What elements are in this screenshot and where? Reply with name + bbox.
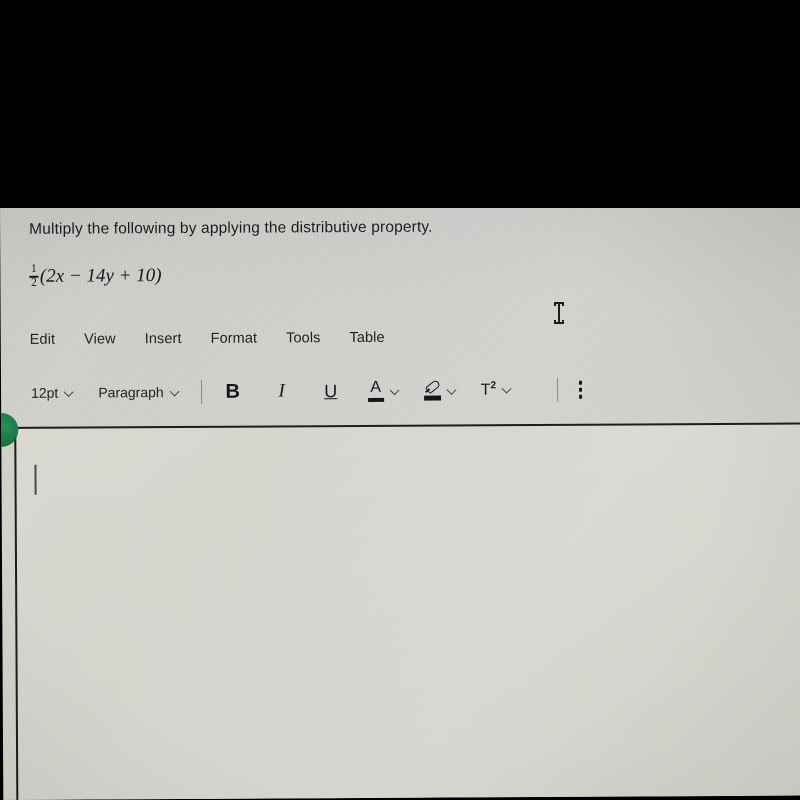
math-expression: 1 2 (2x − 14y + 10) [29,262,162,290]
menubar: Edit View Insert Format Tools Table [30,330,385,348]
screen-photo: Multiply the following by applying the d… [0,0,800,800]
menu-item-tools[interactable]: Tools [286,330,320,346]
kebab-dot [579,388,583,392]
highlighter-pen-glyph [424,381,441,396]
chevron-down-icon[interactable] [448,386,457,395]
font-size-dropdown[interactable]: 12pt [31,385,74,401]
menu-item-edit[interactable]: Edit [30,332,55,348]
highlight-color-control[interactable] [423,381,457,401]
question-prompt: Multiply the following by applying the d… [29,218,433,238]
text-caret [34,464,37,495]
menu-item-insert[interactable]: Insert [145,331,182,347]
chevron-down-icon[interactable] [503,386,512,395]
rich-text-editor[interactable] [14,422,800,800]
fraction-numerator: 1 [30,262,37,275]
ibeam-stem [558,303,560,323]
text-color-swatch [367,397,384,402]
highlight-color-swatch [423,395,441,401]
kebab-menu-icon[interactable] [578,381,583,399]
toolbar-divider [200,379,202,404]
kebab-dot [579,394,583,399]
fraction-one-half: 1 2 [29,262,39,290]
ibeam-serif [554,320,556,323]
text-color-icon[interactable]: A [367,378,384,402]
expression-body: (2x − 14y + 10) [39,265,162,287]
highlighter-icon[interactable] [423,381,441,401]
chevron-down-icon [65,388,74,397]
menu-item-table[interactable]: Table [349,330,384,346]
ibeam-serif [562,303,564,306]
superscript-control[interactable]: T2 [481,381,512,399]
letterbox-top-bar [0,0,800,208]
fraction-denominator: 2 [31,276,37,289]
ibeam-serif [562,320,564,323]
text-color-control[interactable]: A [367,378,400,402]
italic-button[interactable]: I [272,378,292,404]
superscript-icon[interactable]: T2 [481,380,497,399]
font-size-value: 12pt [30,384,59,401]
menu-item-format[interactable]: Format [211,331,258,347]
chevron-down-icon [171,387,180,396]
text-color-glyph: A [370,378,382,396]
block-format-value: Paragraph [98,384,164,401]
block-format-dropdown[interactable]: Paragraph [98,384,179,400]
chevron-down-icon[interactable] [391,386,400,395]
underline-button[interactable]: U [321,378,341,404]
formatting-toolbar: 12pt Paragraph B I U A T2 [31,375,583,408]
document-page: Multiply the following by applying the d… [0,201,800,800]
mouse-cursor-ibeam [553,301,565,325]
toolbar-divider-2 [556,377,559,402]
superscript-exponent: 2 [490,380,497,392]
menu-item-view[interactable]: View [84,331,116,347]
bold-button[interactable]: B [223,379,243,405]
ibeam-serif [554,303,556,306]
kebab-dot [578,381,583,385]
